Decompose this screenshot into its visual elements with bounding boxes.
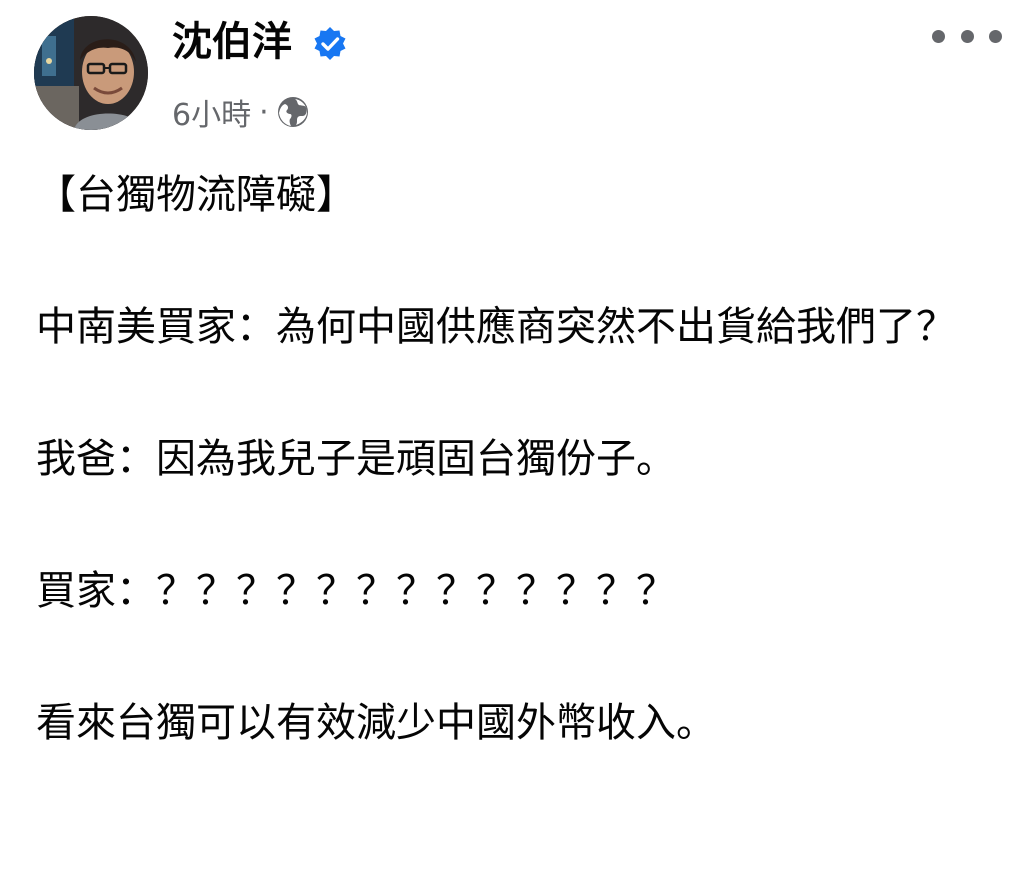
meta-separator: · (259, 94, 269, 130)
more-dot (989, 29, 1002, 43)
post-paragraph-answer: 我爸：因為我兒子是頑固台獨份子。 (36, 436, 676, 482)
post-timestamp[interactable]: 6小時 (172, 90, 251, 134)
post-meta: 6小時 · (172, 90, 309, 134)
post-body: 【台獨物流障礙】 中南美買家：為何中國供應商突然不出貨給我們了？ 我爸：因為我兒… (36, 160, 996, 820)
post-paragraph-buyer: 買家：？？？？？？？？？？？？？ (36, 568, 676, 614)
post-title: 【台獨物流障礙】 (36, 172, 356, 218)
more-options-button[interactable] (932, 14, 1002, 58)
verified-badge-icon (314, 27, 346, 60)
post-paragraph-question: 中南美買家：為何中國供應商突然不出貨給我們了？ (36, 304, 956, 350)
more-dot (960, 29, 974, 43)
globe-icon[interactable] (277, 96, 309, 128)
post-header: 沈伯洋 6小時 · (0, 0, 1024, 140)
author-name[interactable]: 沈伯洋 (172, 14, 292, 70)
author-avatar[interactable] (34, 16, 148, 130)
profile-photo (34, 16, 148, 130)
post-paragraph-conclusion: 看來台獨可以有效減少中國外幣收入。 (36, 700, 716, 746)
more-dot (932, 29, 945, 43)
